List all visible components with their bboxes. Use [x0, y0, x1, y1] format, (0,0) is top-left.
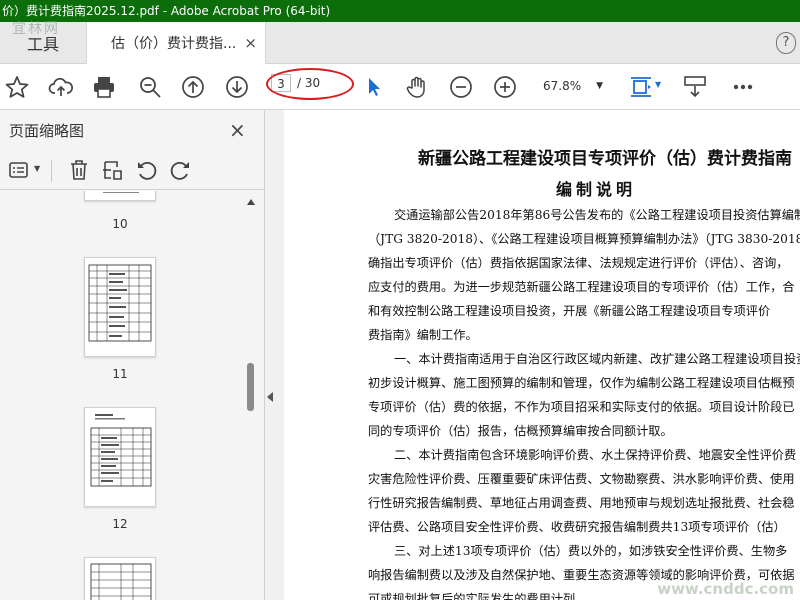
paragraph-line: 灾害危险性评价费、压覆重要矿床评估费、文物勘察费、洪水影响评价费、使用: [368, 472, 795, 486]
panel-close-icon[interactable]: ×: [229, 118, 246, 142]
options-chevron-icon[interactable]: ▼: [34, 164, 40, 173]
scroll-up-arrow[interactable]: [247, 199, 255, 205]
paragraph-line: 可或规划批复后的实际发生的费用计列。: [368, 592, 588, 600]
scroll-mode-icon[interactable]: [681, 73, 709, 101]
zoom-in-icon[interactable]: [491, 73, 519, 101]
rotate-left-icon[interactable]: [135, 158, 159, 182]
zoom-out-icon[interactable]: [447, 73, 475, 101]
zoom-value: 67.8%: [543, 79, 582, 93]
tab-bar: 宜林网 工具 估（价）费计费指... × ?: [0, 21, 800, 64]
cloud-upload-icon[interactable]: [47, 73, 75, 101]
page-thumbnail[interactable]: [84, 557, 156, 600]
page-down-icon[interactable]: [223, 73, 251, 101]
paragraph-line: 三、对上述13项专项评价（估）费以外的，如涉铁安全性评价费、生物多: [394, 544, 788, 558]
divider: [51, 160, 52, 182]
paragraph-line: 费指南》编制工作。: [368, 328, 478, 342]
rotate-right-icon[interactable]: [168, 158, 192, 182]
page-thumbnail[interactable]: [84, 191, 156, 201]
page-up-icon[interactable]: [179, 73, 207, 101]
site-watermark: 宜林网: [12, 21, 60, 37]
fit-page-dropdown-icon[interactable]: ▼: [655, 80, 661, 89]
document-title: 新疆公路工程建设项目专项评价（估）费计费指南: [418, 149, 792, 169]
panel-toolbar: ▼: [0, 150, 265, 190]
paragraph-line: 交通运输部公告2018年第86号公告发布的《公路工程建设项目投资估算编制: [394, 208, 800, 222]
zoom-select[interactable]: 67.8% ▼: [535, 76, 607, 96]
paragraph-line: 初步设计概算、施工图预算的编制和管理，仅作为编制公路工程建设项目估概预: [368, 376, 795, 390]
thumbnail-page-number: 11: [112, 367, 128, 381]
star-icon[interactable]: [3, 73, 31, 101]
page-thumbnail[interactable]: [84, 407, 156, 507]
paragraph-line: 和有效控制公路工程建设项目投资，开展《新疆公路工程建设项目专项评价: [368, 304, 771, 318]
scrollbar-thumb[interactable]: [247, 363, 254, 411]
paragraph-line: 评估费、公路项目安全性评价费、收费研究报告编制费共13项专项评价（估）: [368, 520, 786, 534]
thumbnail-panel: 页面缩略图 × ▼ 10 11 12: [0, 110, 265, 600]
panel-title: 页面缩略图: [9, 122, 85, 140]
paragraph-line: 同的专项评价（估）报告，估概预算编审按合同额计取。: [368, 424, 673, 438]
collapse-panel-arrow[interactable]: [267, 392, 273, 402]
extract-page-icon[interactable]: [101, 158, 125, 182]
tab-document[interactable]: 估（价）费计费指... ×: [86, 22, 266, 64]
main-toolbar: [0, 64, 800, 110]
cursor-icon[interactable]: [359, 73, 387, 101]
help-icon[interactable]: ?: [776, 32, 796, 54]
options-menu-icon[interactable]: [8, 158, 32, 182]
fit-page-icon[interactable]: [627, 73, 655, 101]
paragraph-line: 二、本计费指南包含环境影响评价费、水土保持评价费、地震安全性评价费: [394, 448, 797, 462]
thumbnail-page-number: 10: [112, 217, 128, 231]
paragraph-line: 确指出专项评价（估）费指依据国家法律、法规规定进行评价（评估）、咨询，: [368, 256, 789, 270]
thumbnail-page-number: 12: [112, 517, 128, 531]
paragraph-line: （JTG 3820-2018）、《公路工程建设项目概算预算编制办法》（JTG 3…: [368, 232, 800, 246]
thumbnail-scrollbar[interactable]: [244, 191, 258, 600]
more-icon[interactable]: [729, 73, 757, 101]
highlight-ellipse: [266, 68, 354, 100]
document-view[interactable]: 新疆公路工程建设项目专项评价（估）费计费指南 编制说明 交通运输部公告2018年…: [284, 110, 800, 600]
page-thumbnail[interactable]: [84, 257, 156, 357]
print-icon[interactable]: [90, 73, 118, 101]
window-title: 价）费计费指南2025.12.pdf - Adobe Acrobat Pro (…: [0, 0, 800, 22]
tab-document-label: 估（价）费计费指...: [111, 36, 237, 52]
zoom-search-icon[interactable]: [136, 73, 164, 101]
paragraph-line: 一、本计费指南适用于自治区行政区域内新建、改扩建公路工程建设项目投资: [394, 352, 800, 366]
close-icon[interactable]: ×: [244, 34, 257, 52]
paragraph-line: 应支付的费用。为进一步规范新疆公路工程建设项目的专项评价（估）工作，合: [368, 280, 795, 294]
chevron-down-icon: ▼: [596, 81, 603, 91]
paragraph-line: 专项评价（估）费的依据，不作为项目招采和实际支付的依据。项目设计阶段已: [368, 400, 795, 414]
document-subtitle: 编制说明: [556, 180, 637, 199]
corner-watermark: www.cnddc.com: [657, 580, 794, 598]
thumbnail-list: 10 11 12: [0, 191, 244, 600]
paragraph-line: 行性研究报告编制费、草地征占用调查费、用地预审与规划选址报批费、社会稳: [368, 496, 795, 510]
trash-icon[interactable]: [67, 158, 91, 182]
hand-icon[interactable]: [403, 73, 431, 101]
tab-tools[interactable]: 宜林网 工具: [0, 21, 86, 64]
